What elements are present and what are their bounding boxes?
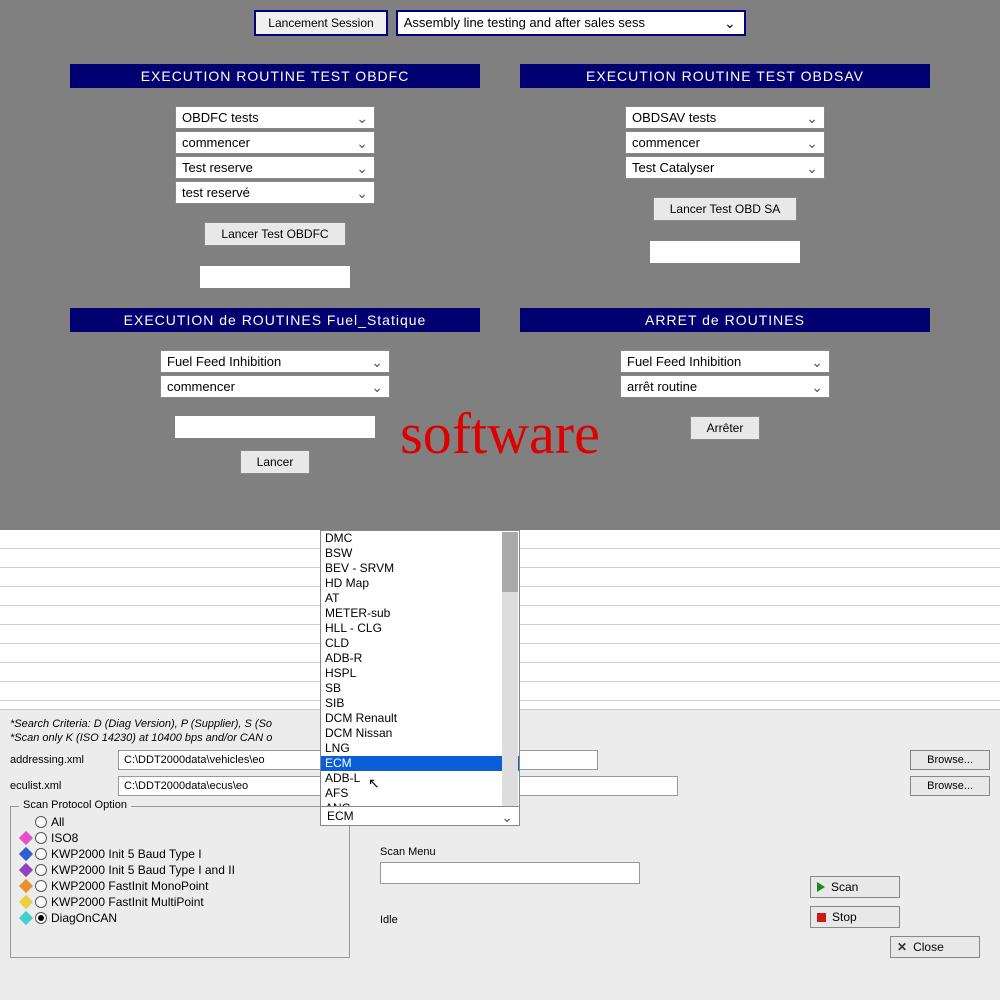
browse-addressing-button[interactable]: Browse... <box>910 750 990 770</box>
eculist-label: eculist.xml <box>10 780 110 792</box>
radio-iso8[interactable] <box>35 832 47 844</box>
top-panel: Lancement Session Assembly line testing … <box>0 0 1000 530</box>
obdsav-header: EXECUTION ROUTINE TEST OBDSAV <box>520 64 930 88</box>
launch-session-button[interactable]: Lancement Session <box>254 10 387 36</box>
close-icon: ✕ <box>897 940 907 954</box>
scan-menu-field[interactable] <box>380 862 640 884</box>
arret-inhibition-select[interactable]: Fuel Feed Inhibition <box>620 350 830 373</box>
dropdown-item[interactable]: HSPL <box>321 666 519 681</box>
radio-diagoncan[interactable] <box>35 912 47 924</box>
obdfc-header: EXECUTION ROUTINE TEST OBDFC <box>70 64 480 88</box>
play-icon <box>817 882 825 892</box>
diamond-icon <box>19 863 33 877</box>
obdsav-catalyser-select[interactable]: Test Catalyser <box>625 156 825 179</box>
obdfc-tests-select[interactable]: OBDFC tests <box>175 106 375 129</box>
obdsav-tests-select[interactable]: OBDSAV tests <box>625 106 825 129</box>
diamond-icon <box>19 847 33 861</box>
arret-header: ARRET de ROUTINES <box>520 308 930 332</box>
dropdown-item[interactable]: AFS <box>321 786 519 801</box>
radio-kwpfmp[interactable] <box>35 896 47 908</box>
session-type-select[interactable]: Assembly line testing and after sales se… <box>396 10 746 36</box>
scan-button[interactable]: Scan <box>810 876 900 898</box>
dropdown-item[interactable]: DMC <box>321 531 519 546</box>
protocol-kwpfm-label: KWP2000 FastInit MonoPoint <box>51 879 208 893</box>
ecu-type-dropdown[interactable]: DMCBSWBEV - SRVMHD MapATMETER-subHLL - C… <box>320 530 520 826</box>
obdfc-result-field <box>200 266 350 288</box>
dropdown-item[interactable]: BEV - SRVM <box>321 561 519 576</box>
bottom-panel: DMCBSWBEV - SRVMHD MapATMETER-subHLL - C… <box>0 530 1000 1000</box>
obdsav-result-field <box>650 241 800 263</box>
arreter-button[interactable]: Arrêter <box>690 416 761 440</box>
obdsav-section: EXECUTION ROUTINE TEST OBDSAV OBDSAV tes… <box>520 64 930 308</box>
obdsav-commencer-select[interactable]: commencer <box>625 131 825 154</box>
dropdown-item[interactable]: AT <box>321 591 519 606</box>
protocol-kwp12-label: KWP2000 Init 5 Baud Type I and II <box>51 863 235 877</box>
fuel-section: EXECUTION de ROUTINES Fuel_Statique Fuel… <box>70 308 480 494</box>
dropdown-item[interactable]: METER-sub <box>321 606 519 621</box>
radio-kwpfm[interactable] <box>35 880 47 892</box>
dropdown-item[interactable]: SB <box>321 681 519 696</box>
diamond-icon <box>19 895 33 909</box>
diamond-icon <box>19 911 33 925</box>
scan-menu-label: Scan Menu <box>380 846 780 858</box>
dropdown-item[interactable]: BSW <box>321 546 519 561</box>
obdfc-commencer-select[interactable]: commencer <box>175 131 375 154</box>
addressing-label: addressing.xml <box>10 754 110 766</box>
stop-icon <box>817 913 826 922</box>
protocol-kwp1-label: KWP2000 Init 5 Baud Type I <box>51 847 202 861</box>
dropdown-item[interactable]: ADB-L <box>321 771 519 786</box>
protocol-all-label: All <box>51 815 64 829</box>
close-button[interactable]: ✕Close <box>890 936 980 958</box>
obdfc-reserve2-select[interactable]: test reservé <box>175 181 375 204</box>
fuel-commencer-select[interactable]: commencer <box>160 375 390 398</box>
obdfc-section: EXECUTION ROUTINE TEST OBDFC OBDFC tests… <box>70 64 480 308</box>
protocol-legend: Scan Protocol Option <box>19 799 131 811</box>
lancer-fuel-button[interactable]: Lancer <box>240 450 311 474</box>
protocol-iso8-label: ISO8 <box>51 831 78 845</box>
radio-kwp12[interactable] <box>35 864 47 876</box>
lancer-test-obdfc-button[interactable]: Lancer Test OBDFC <box>204 222 345 246</box>
ecu-selected-display[interactable]: ECM <box>321 806 519 825</box>
browse-eculist-button[interactable]: Browse... <box>910 776 990 796</box>
diamond-icon <box>19 831 33 845</box>
dropdown-item[interactable]: DCM Renault <box>321 711 519 726</box>
stop-button[interactable]: Stop <box>810 906 900 928</box>
fuel-result-field <box>175 416 375 438</box>
dropdown-scrollbar[interactable] <box>502 532 518 807</box>
dropdown-item[interactable]: CLD <box>321 636 519 651</box>
protocol-kwpfmp-label: KWP2000 FastInit MultiPoint <box>51 895 204 909</box>
arret-routine-select[interactable]: arrêt routine <box>620 375 830 398</box>
fuel-inhibition-select[interactable]: Fuel Feed Inhibition <box>160 350 390 373</box>
dropdown-item[interactable]: DCM Nissan <box>321 726 519 741</box>
dropdown-item[interactable]: LNG <box>321 741 519 756</box>
dropdown-item[interactable]: ADB-R <box>321 651 519 666</box>
dropdown-item[interactable]: HD Map <box>321 576 519 591</box>
radio-kwp1[interactable] <box>35 848 47 860</box>
obdfc-reserve-select[interactable]: Test reserve <box>175 156 375 179</box>
arret-section: ARRET de ROUTINES Fuel Feed Inhibition a… <box>520 308 930 494</box>
status-idle: Idle <box>380 914 780 926</box>
dropdown-item[interactable]: SIB <box>321 696 519 711</box>
protocol-group: Scan Protocol Option All ISO8 KWP2000 In… <box>10 806 350 958</box>
fuel-header: EXECUTION de ROUTINES Fuel_Statique <box>70 308 480 332</box>
radio-all[interactable] <box>35 816 47 828</box>
cursor-icon: ↖ <box>368 775 380 792</box>
lancer-test-obdsav-button[interactable]: Lancer Test OBD SA <box>653 197 798 221</box>
diamond-icon <box>19 879 33 893</box>
dropdown-item[interactable]: HLL - CLG <box>321 621 519 636</box>
protocol-diag-label: DiagOnCAN <box>51 911 117 925</box>
dropdown-item[interactable]: ECM <box>321 756 519 771</box>
